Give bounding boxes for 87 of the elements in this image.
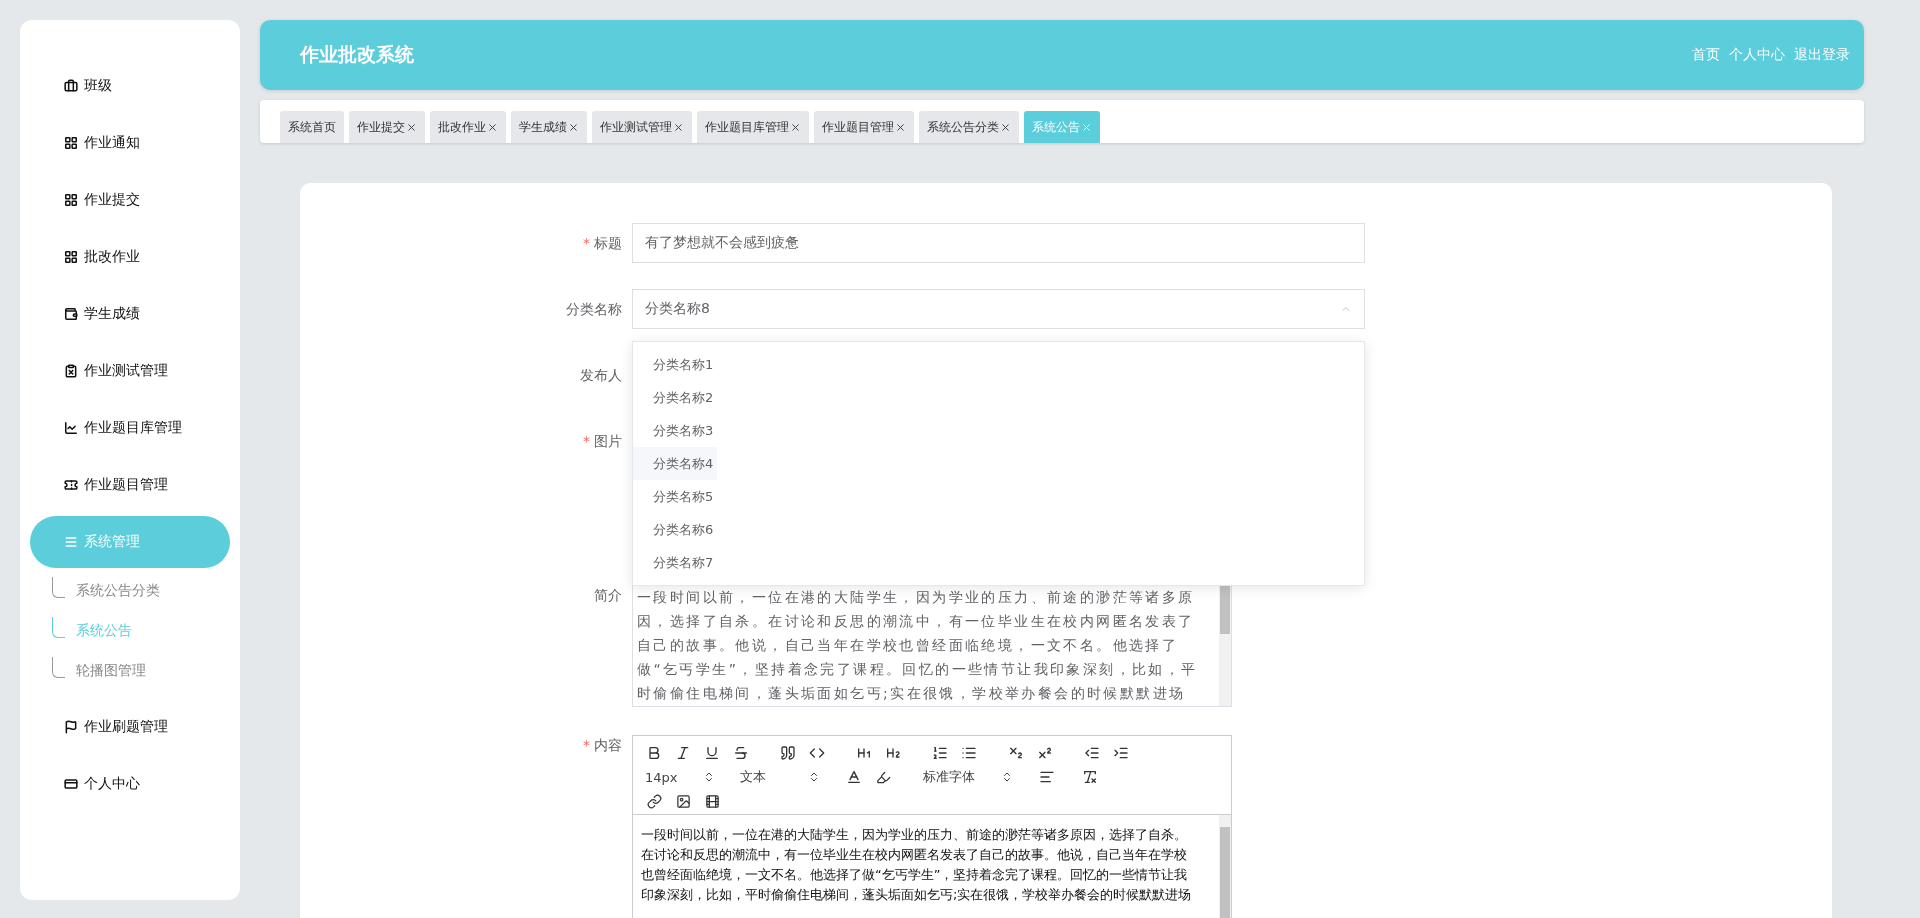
tab[interactable]: 系统首页 [280,111,344,143]
tab[interactable]: 学生成绩 [511,111,587,143]
tab[interactable]: 作业测试管理 [592,111,692,143]
toolbar-select[interactable]: 14px [645,769,715,785]
briefcase-icon [64,79,78,93]
film-icon[interactable] [703,792,721,810]
sidebar-label: 班级 [84,77,112,95]
required-mark: * [583,235,590,251]
grid-icon [64,136,78,150]
sidebar-item[interactable]: 作业通知 [30,117,230,169]
sidebar-label: 作业通知 [84,134,140,152]
close-icon[interactable] [1000,121,1011,133]
editor-content[interactable]: 一段时间以前，一位在港的大陆学生，因为学业的压力、前途的渺茫等诸多原因，选择了自杀。在讨论和反思的潮流中，有一位毕业生在校内网匿名发表了自己的故事。他说，自己当年在学校也曾经面临绝境，一文不名。他选择了做“乞丐学生”，坚持着念完了课程。回忆的一些情节让我印象深刻，比如，平时偷偷住电梯间，蓬头垢面如乞丐;实在很饿，学校举办餐会的时候默默进场 [633,815,1231,918]
tab[interactable]: 系统公告分类 [919,111,1019,143]
dropdown-option[interactable]: 分类名称3 [633,414,718,447]
dropdown-option[interactable]: 分类名称1 [633,348,718,381]
close-icon[interactable] [568,121,579,133]
sidebar-label: 批改作业 [84,248,140,266]
sidebar-label: 作业测试管理 [84,362,168,380]
sidebar-item[interactable]: 作业题目管理 [30,459,230,511]
menu-icon [64,535,78,549]
sidebar-item[interactable]: 作业提交 [30,174,230,226]
sidebar-label: 系统管理 [84,533,140,551]
scrollbar[interactable] [1219,584,1231,706]
up-down-icon [1001,771,1013,783]
dropdown-option[interactable]: 分类名称4 [633,447,718,480]
chart-icon [64,421,78,435]
link-icon[interactable] [645,792,663,810]
field-label: 简介 [594,587,622,603]
field-label: 图片 [594,433,622,449]
wallet-icon [64,307,78,321]
image-icon[interactable] [674,792,692,810]
close-icon[interactable] [790,121,801,133]
close-icon[interactable] [406,121,417,133]
sidebar-label: 作业提交 [84,191,140,209]
sidebar-label: 作业题目库管理 [84,419,182,437]
close-icon[interactable] [673,121,684,133]
intro-textarea[interactable]: 一段时间以前，一位在港的大陆学生，因为学业的压力、前途的渺茫等诸多原因，选择了自杀。在讨论和反思的潮流中，有一位毕业生在校内网匿名发表了自己的故事。他说，自己当年在学校也曾经面临绝境，一文不名。他选择了做“乞丐学生”，坚持着念完了课程。回忆的一些情节让我印象深刻，比如，平时偷偷住电梯间，蓬头垢面如乞丐;实在很饿，学校举办餐会的时候默默进场 [632,583,1232,707]
app-title: 作业批改系统 [300,42,414,67]
field-label: 标题 [594,235,622,251]
sidebar-label: 作业题目管理 [84,476,168,494]
sidebar-item[interactable]: 作业题目库管理 [30,402,230,454]
clear-format-icon[interactable] [1081,768,1099,786]
up-down-icon [703,771,715,783]
flag-icon [64,720,78,734]
category-select[interactable]: 分类名称8 [632,289,1365,329]
submenu-item[interactable]: 轮播图管理 [20,651,240,691]
title-input[interactable]: 有了梦想就不会感到疲惫 [632,223,1365,263]
sidebar-label: 个人中心 [84,775,140,793]
tab[interactable]: 作业提交 [349,111,425,143]
clipboard-icon [64,364,78,378]
tab[interactable]: 批改作业 [430,111,506,143]
required-mark: * [583,433,590,449]
sidebar-label: 作业刷题管理 [84,718,168,736]
dropdown-option[interactable]: 分类名称5 [633,480,718,513]
ticket-icon [64,478,78,492]
sidebar-item[interactable]: 作业刷题管理 [30,701,230,753]
field-label: 发布人 [580,367,622,383]
required-mark: * [583,737,590,753]
up-down-icon [808,771,820,783]
sidebar-label: 学生成绩 [84,305,140,323]
card-icon [64,777,78,791]
close-icon[interactable] [895,121,906,133]
scrollbar[interactable] [1219,815,1231,918]
text-color-icon[interactable] [845,768,863,786]
underline-icon[interactable] [703,744,721,762]
tab[interactable]: 作业题目管理 [814,111,914,143]
sidebar-item[interactable]: 作业测试管理 [30,345,230,397]
dropdown-option[interactable]: 分类名称2 [633,381,718,414]
sidebar-item[interactable]: 学生成绩 [30,288,230,340]
toolbar-select[interactable]: 文本 [740,768,820,786]
tab[interactable]: 作业题目库管理 [697,111,809,143]
strikethrough-icon[interactable] [732,744,750,762]
grid-icon [64,193,78,207]
ordered-list-icon[interactable] [931,744,949,762]
grid-icon [64,250,78,264]
dropdown-option[interactable]: 分类名称7 [633,546,718,579]
dropdown-option[interactable]: 分类名称6 [633,513,718,546]
field-label: 内容 [594,737,622,753]
sidebar-item[interactable]: 批改作业 [30,231,230,283]
quote-icon[interactable] [779,744,797,762]
close-icon[interactable] [487,121,498,133]
toolbar-select[interactable]: 标准字体 [923,768,1013,786]
field-label: 分类名称 [566,301,622,317]
submenu-item[interactable]: 系统公告分类 [20,571,240,611]
sidebar-item[interactable]: 个人中心 [30,758,230,810]
sidebar-item[interactable]: 班级 [30,60,230,112]
